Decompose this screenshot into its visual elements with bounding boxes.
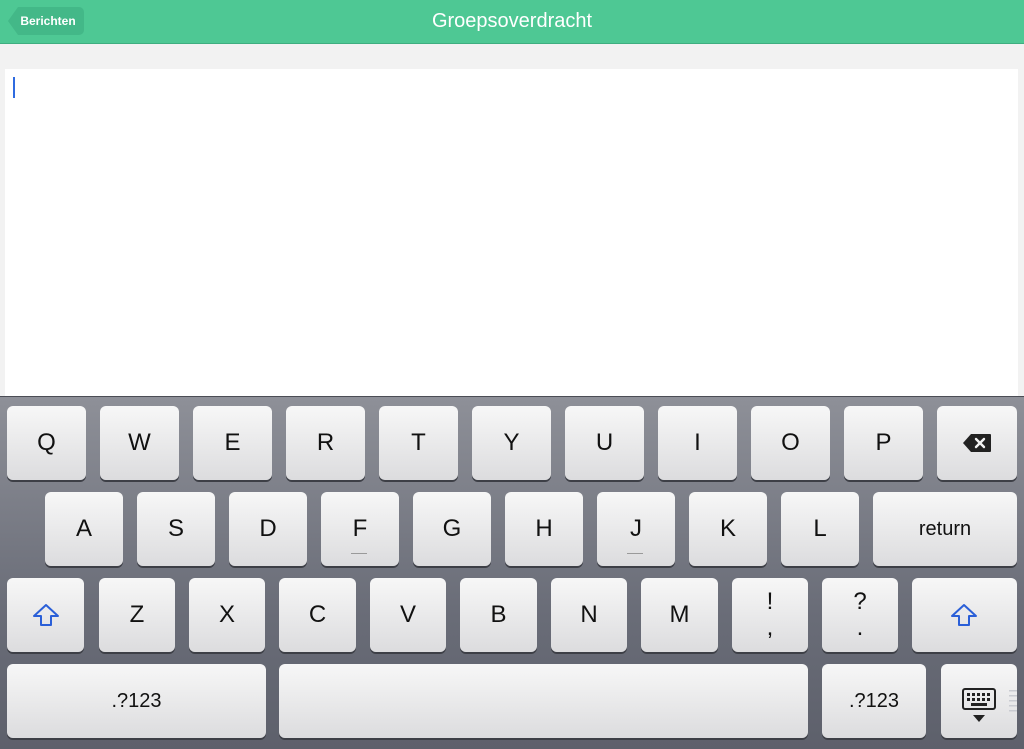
navigation-bar: Berichten Groepsoverdracht: [0, 0, 1024, 44]
home-row-marker: [351, 553, 367, 554]
key-c[interactable]: C: [279, 578, 356, 652]
key-z[interactable]: Z: [99, 578, 175, 652]
key-label: M: [669, 601, 690, 628]
return-key[interactable]: return: [873, 492, 1017, 566]
key-label: O: [781, 429, 800, 456]
space-bar[interactable]: [279, 664, 808, 738]
backspace-icon: [963, 434, 991, 452]
key-label: K: [719, 515, 736, 542]
key-label: L: [813, 515, 827, 542]
key-i[interactable]: I: [658, 406, 737, 480]
message-text-area[interactable]: [5, 69, 1018, 396]
key-label: X: [218, 601, 235, 628]
key-label: Z: [129, 601, 145, 628]
key-r[interactable]: R: [286, 406, 365, 480]
numbers-key-right[interactable]: .?123: [822, 664, 926, 738]
dismiss-keyboard-key[interactable]: [941, 664, 1017, 738]
key-label: G: [442, 515, 462, 542]
key-w[interactable]: W: [100, 406, 179, 480]
back-button[interactable]: Berichten: [8, 7, 84, 35]
key-exclamation-comma[interactable]: ! ,: [732, 578, 808, 652]
key-label: B: [490, 601, 507, 628]
key-label-top: ?: [853, 588, 867, 615]
key-label: R: [316, 429, 335, 456]
key-label: U: [595, 429, 614, 456]
key-label: A: [75, 515, 92, 542]
key-h[interactable]: H: [505, 492, 583, 566]
key-label: E: [224, 429, 241, 456]
key-g[interactable]: G: [413, 492, 491, 566]
key-o[interactable]: O: [751, 406, 830, 480]
key-label: T: [411, 429, 426, 456]
key-u[interactable]: U: [565, 406, 644, 480]
numbers-key-left[interactable]: .?123: [7, 664, 266, 738]
key-label: S: [167, 515, 184, 542]
home-row-marker: [627, 553, 643, 554]
shift-icon: [33, 604, 59, 626]
key-p[interactable]: P: [844, 406, 923, 480]
key-m[interactable]: M: [641, 578, 718, 652]
key-t[interactable]: T: [379, 406, 458, 480]
key-label: F: [352, 515, 368, 542]
key-e[interactable]: E: [193, 406, 272, 480]
key-k[interactable]: K: [689, 492, 767, 566]
key-label: W: [128, 429, 151, 456]
key-label: J: [630, 515, 642, 542]
keyboard-split-grip-icon[interactable]: [1009, 690, 1017, 714]
text-cursor: [13, 77, 15, 98]
key-a[interactable]: A: [45, 492, 123, 566]
shift-key-left[interactable]: [7, 578, 84, 652]
key-f[interactable]: F: [321, 492, 399, 566]
key-label: Q: [37, 429, 56, 456]
key-label: .?123: [848, 690, 900, 712]
key-j[interactable]: J: [597, 492, 675, 566]
key-x[interactable]: X: [189, 578, 265, 652]
page-title: Groepsoverdracht: [431, 10, 593, 32]
key-question-period[interactable]: ? .: [822, 578, 898, 652]
key-label: C: [308, 601, 327, 628]
key-label-top: !: [766, 588, 774, 615]
shift-key-right[interactable]: [912, 578, 1017, 652]
key-d[interactable]: D: [229, 492, 307, 566]
key-label: N: [580, 601, 598, 628]
key-y[interactable]: Y: [472, 406, 551, 480]
key-label: V: [399, 601, 416, 628]
key-n[interactable]: N: [551, 578, 627, 652]
key-label: H: [535, 515, 553, 542]
key-label: Y: [503, 429, 520, 456]
key-label: I: [694, 429, 701, 456]
key-label-bottom: .: [856, 614, 864, 641]
key-label-bottom: ,: [766, 614, 774, 641]
key-l[interactable]: L: [781, 492, 859, 566]
key-label: D: [259, 515, 277, 542]
key-q[interactable]: Q: [7, 406, 86, 480]
shift-icon: [951, 604, 977, 626]
key-b[interactable]: B: [460, 578, 537, 652]
key-label: P: [875, 429, 892, 456]
key-label: return: [918, 518, 972, 540]
keyboard-dismiss-icon: [962, 688, 996, 722]
delete-key[interactable]: [937, 406, 1017, 480]
key-s[interactable]: S: [137, 492, 215, 566]
key-label: .?123: [111, 690, 162, 712]
key-v[interactable]: V: [370, 578, 446, 652]
